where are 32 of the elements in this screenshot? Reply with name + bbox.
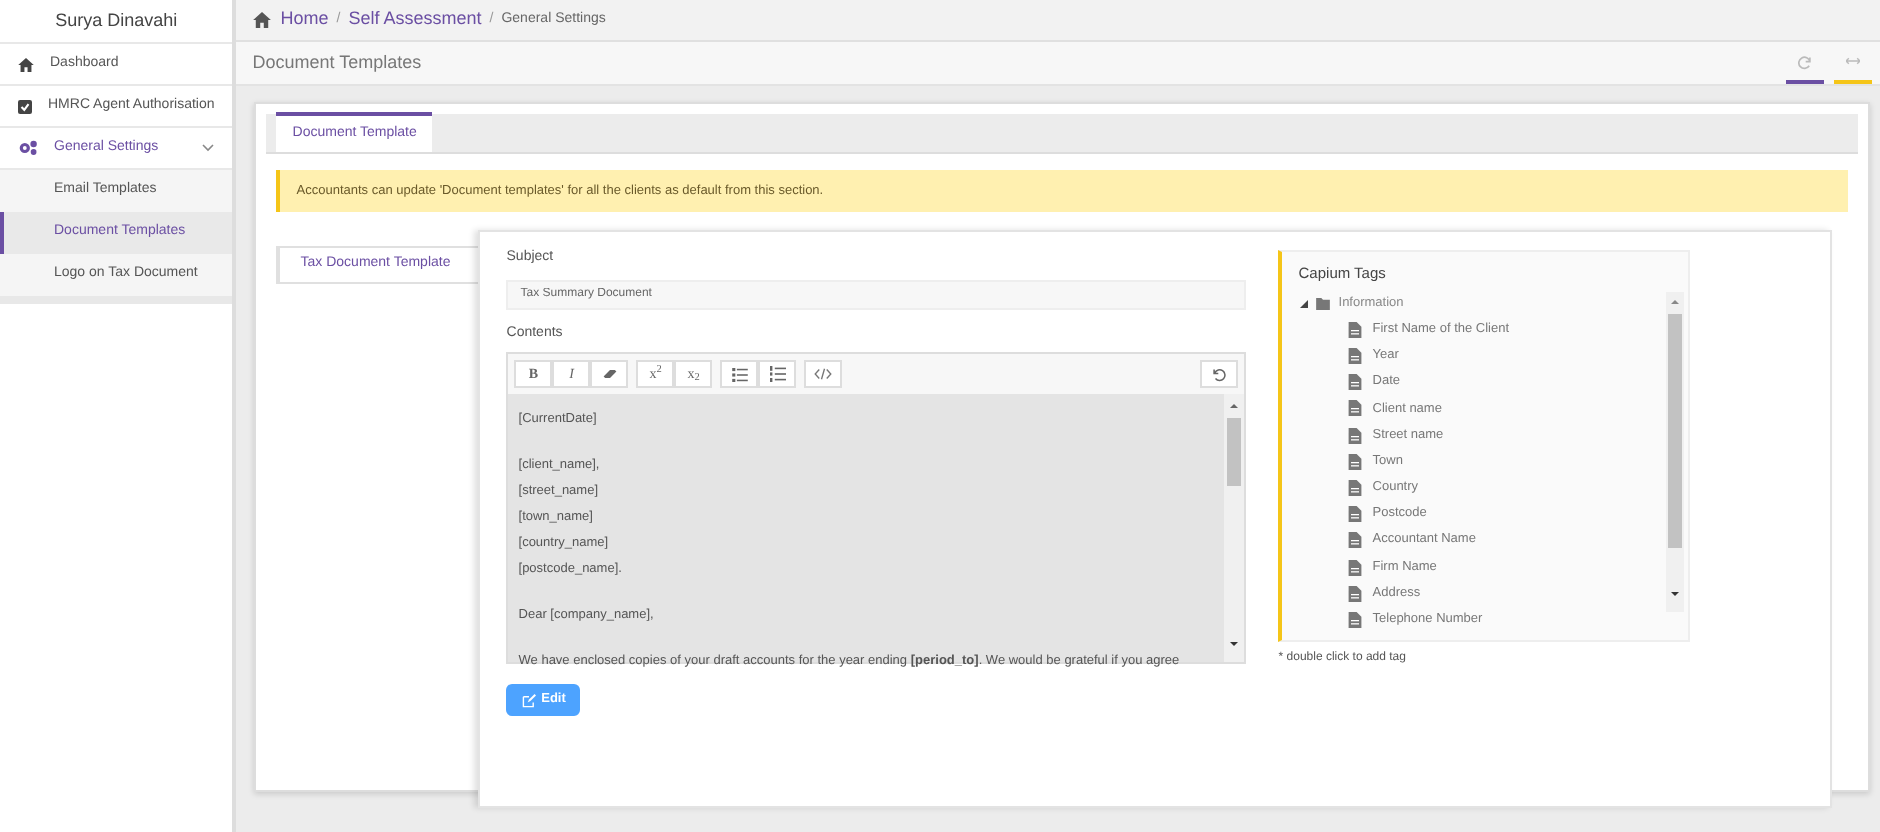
- file-icon: [1348, 479, 1363, 496]
- file-icon: [1348, 453, 1363, 470]
- file-icon: [1348, 400, 1363, 417]
- edit-icon: [521, 693, 536, 707]
- eraser-icon: [601, 368, 618, 380]
- file-icon: [1348, 348, 1363, 365]
- home-icon: [18, 57, 34, 71]
- file-icon: [1348, 506, 1363, 523]
- gears-icon: [18, 140, 38, 156]
- file-icon: [1348, 321, 1363, 338]
- toolbar-button[interactable]: [720, 360, 759, 388]
- undo-button[interactable]: [1200, 360, 1239, 388]
- checkbox-icon: [18, 99, 32, 113]
- page-title: Document Templates: [252, 49, 424, 76]
- file-icon: [1348, 374, 1363, 391]
- toolbar-button[interactable]: [804, 360, 843, 388]
- breadcrumb-link[interactable]: Self Assessment: [348, 6, 482, 34]
- numbered-list-icon: [769, 366, 786, 382]
- toolbar-button[interactable]: [590, 360, 629, 388]
- folder-icon: [1316, 298, 1331, 311]
- breadcrumb-link[interactable]: Home: [280, 6, 329, 34]
- file-icon: [1348, 532, 1363, 549]
- file-icon: [1348, 427, 1363, 444]
- code-icon: [814, 368, 833, 380]
- undo-icon: [1212, 367, 1227, 381]
- file-icon: [1348, 611, 1363, 628]
- bullet-list-icon: [731, 367, 748, 381]
- home-icon: [252, 12, 273, 28]
- expand-triangle-icon: [1300, 300, 1309, 309]
- file-icon: [1348, 585, 1363, 602]
- file-icon: [1348, 559, 1363, 576]
- toolbar-button[interactable]: [758, 360, 797, 388]
